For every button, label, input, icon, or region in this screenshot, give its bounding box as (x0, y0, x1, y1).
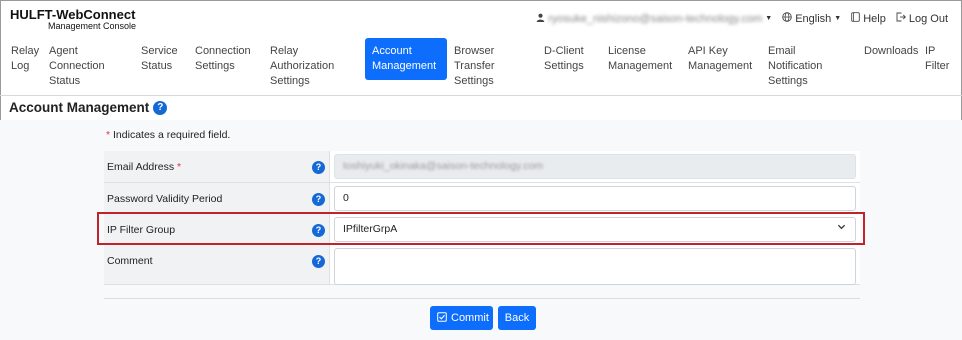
top-right-menu: ryosuke_nishizono@saison-technology.com … (536, 12, 948, 25)
email-value: toshiyuki_okinaka@saison-technology.com (343, 160, 544, 172)
email-field: toshiyuki_okinaka@saison-technology.com (334, 154, 856, 179)
email-label-cell: Email Address * ? (104, 151, 330, 182)
question-icon[interactable]: ? (312, 224, 325, 237)
nav-item-connection-settings[interactable]: Connection Settings (188, 38, 263, 92)
password-validity-label: Password Validity Period (107, 193, 223, 205)
nav-item-service-status[interactable]: Service Status (134, 38, 188, 92)
help-link[interactable]: Help (851, 12, 886, 25)
comment-value-cell (330, 245, 860, 285)
question-icon[interactable]: ? (312, 255, 325, 268)
globe-icon (782, 12, 792, 25)
account-form: Email Address * ? toshiyuki_okinaka@sais… (104, 151, 860, 285)
password-validity-value: 0 (343, 192, 349, 204)
book-icon (851, 12, 860, 25)
password-label-cell: Password Validity Period ? (104, 183, 330, 213)
page-title-bar: Account Management ? (9, 100, 168, 115)
commit-label: Commit (451, 312, 489, 324)
form-divider (104, 298, 860, 299)
chevron-down-icon: ▼ (834, 15, 842, 22)
app-brand: HULFT-WebConnect Management Console (10, 7, 136, 31)
required-asterisk: * (177, 161, 182, 173)
password-value-cell: 0 (330, 183, 860, 213)
nav-item-email-notification-settings[interactable]: Email Notification Settings (761, 38, 857, 92)
back-button[interactable]: Back (498, 306, 536, 330)
ip-filter-group-label: IP Filter Group (107, 224, 176, 236)
nav-item-agent-connection-status[interactable]: Agent Connection Status (42, 38, 134, 92)
back-label: Back (504, 312, 530, 324)
comment-label: Comment (107, 255, 153, 267)
user-icon (536, 13, 545, 25)
form-row-password-validity: Password Validity Period ? 0 (104, 183, 860, 214)
nav-item-api-key-management[interactable]: API Key Management (681, 38, 761, 92)
email-label: Email Address (107, 161, 175, 173)
chevron-down-icon (837, 222, 846, 234)
logout-icon (896, 12, 906, 25)
user-email: ryosuke_nishizono@saison-technology.com (548, 12, 763, 25)
ip-filter-group-value: IPfilterGrpA (343, 223, 398, 235)
language-menu[interactable]: English ▼ (782, 12, 841, 25)
logout-label: Log Out (908, 12, 948, 25)
language-label: English (795, 12, 832, 25)
ip-filter-label-cell: IP Filter Group ? (104, 214, 330, 244)
app-title: HULFT-WebConnect (10, 7, 136, 22)
chevron-down-icon: ▼ (765, 15, 773, 22)
required-note-text: Indicates a required field. (113, 129, 231, 141)
ip-filter-group-select[interactable]: IPfilterGrpA (334, 217, 856, 242)
form-row-email: Email Address * ? toshiyuki_okinaka@sais… (104, 151, 860, 183)
nav-item-d-client-settings[interactable]: D-Client Settings (537, 38, 601, 92)
question-icon[interactable]: ? (153, 100, 168, 115)
nav-divider (0, 95, 962, 96)
main-nav: Relay Log Agent Connection Status Servic… (4, 38, 958, 94)
required-asterisk: * (106, 129, 111, 141)
comment-label-cell: Comment ? (104, 245, 330, 284)
ip-filter-value-cell: IPfilterGrpA (330, 214, 860, 244)
question-icon[interactable]: ? (312, 161, 325, 174)
nav-item-account-management[interactable]: Account Management (365, 38, 447, 80)
form-row-ip-filter-group: IP Filter Group ? IPfilterGrpA (104, 214, 860, 245)
nav-item-downloads[interactable]: Downloads (857, 38, 918, 92)
nav-item-relay-log[interactable]: Relay Log (4, 38, 42, 92)
question-icon[interactable]: ? (312, 193, 325, 206)
help-label: Help (863, 12, 886, 25)
nav-item-browser-transfer-settings[interactable]: Browser Transfer Settings (447, 38, 537, 92)
form-actions: Commit Back (430, 306, 536, 330)
app-subtitle: Management Console (48, 21, 137, 31)
nav-item-relay-authorization-settings[interactable]: Relay Authorization Settings (263, 38, 365, 92)
commit-button[interactable]: Commit (430, 306, 493, 330)
required-note: * Indicates a required field. (106, 129, 230, 141)
password-validity-input[interactable]: 0 (334, 186, 856, 211)
page-title: Account Management (9, 100, 150, 115)
comment-textarea[interactable] (334, 248, 856, 285)
nav-item-license-management[interactable]: License Management (601, 38, 681, 92)
form-row-comment: Comment ? (104, 245, 860, 285)
logout-link[interactable]: Log Out (896, 12, 948, 25)
nav-item-ip-filter[interactable]: IP Filter (918, 38, 949, 92)
user-menu[interactable]: ryosuke_nishizono@saison-technology.com … (536, 13, 772, 25)
checkbox-icon (437, 311, 447, 325)
email-value-cell: toshiyuki_okinaka@saison-technology.com (330, 151, 860, 182)
